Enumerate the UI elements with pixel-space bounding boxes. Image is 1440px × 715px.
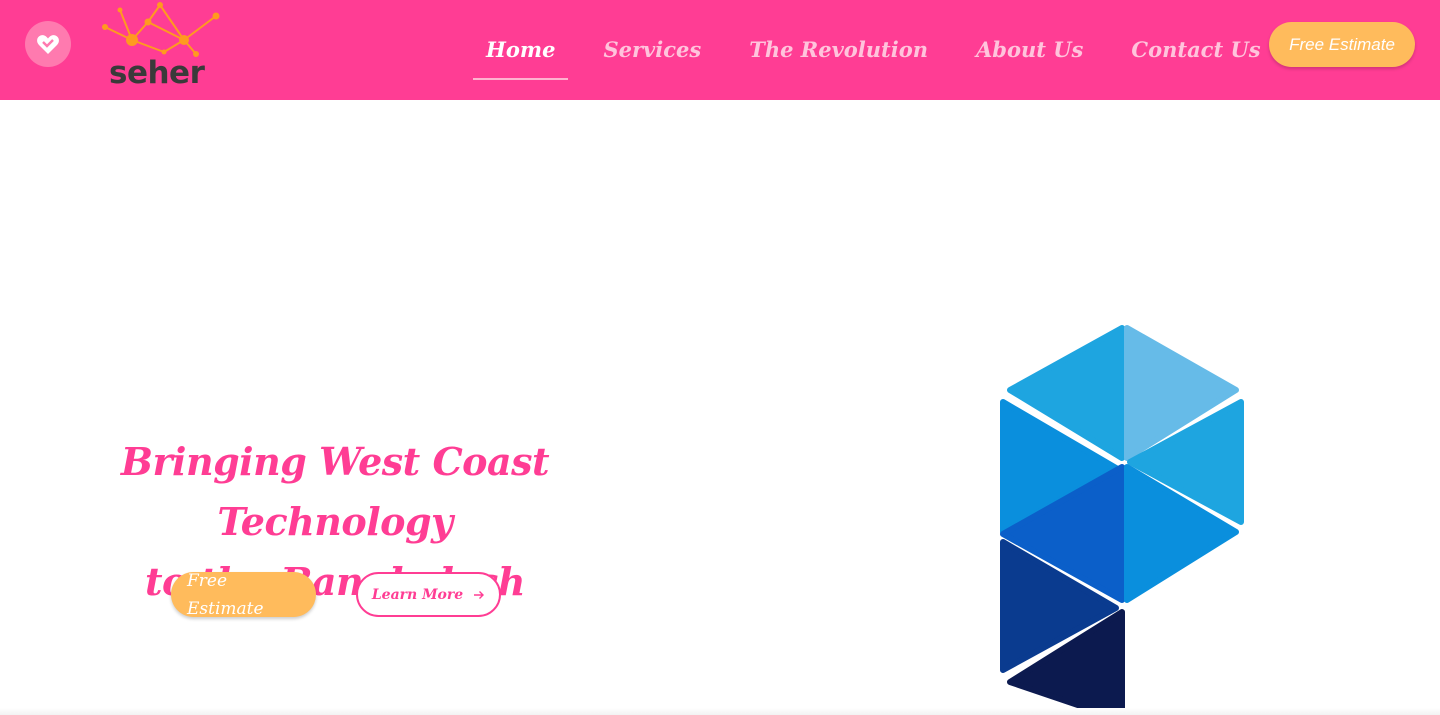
nav-item-home[interactable]: Home [473,28,569,80]
section-divider [0,708,1440,715]
hero-title: Bringing West Coast Technology to the Ba… [30,432,640,612]
nav-item-the-revolution[interactable]: The Revolution [736,28,941,71]
learn-more-button[interactable]: Learn More [356,572,501,617]
learn-more-label: Learn More [371,586,464,603]
nav-item-about-us[interactable]: About Us [963,28,1096,71]
nav-item-contact-us[interactable]: Contact Us [1118,28,1273,71]
hexagon-p-graphic [1000,325,1244,715]
hero-title-line-1: Bringing West Coast Technology [120,439,550,544]
main-nav: Home Services The Revolution About Us Co… [462,0,1285,100]
free-estimate-button-hero[interactable]: Free Estimate [171,571,316,619]
free-estimate-label: Free Estimate [187,571,264,619]
nav-item-services[interactable]: Services [590,28,714,71]
free-estimate-button-header[interactable]: Free Estimate [1269,22,1415,67]
site-header: seher Home Services The Revolution About… [0,0,1440,100]
logo-wordmark: seher [109,55,205,91]
network-molecule-icon [102,2,220,57]
arrow-right-icon [473,589,485,601]
site-logo[interactable]: seher [100,0,220,95]
favorite-button[interactable] [25,21,71,67]
heart-icon [37,35,59,54]
